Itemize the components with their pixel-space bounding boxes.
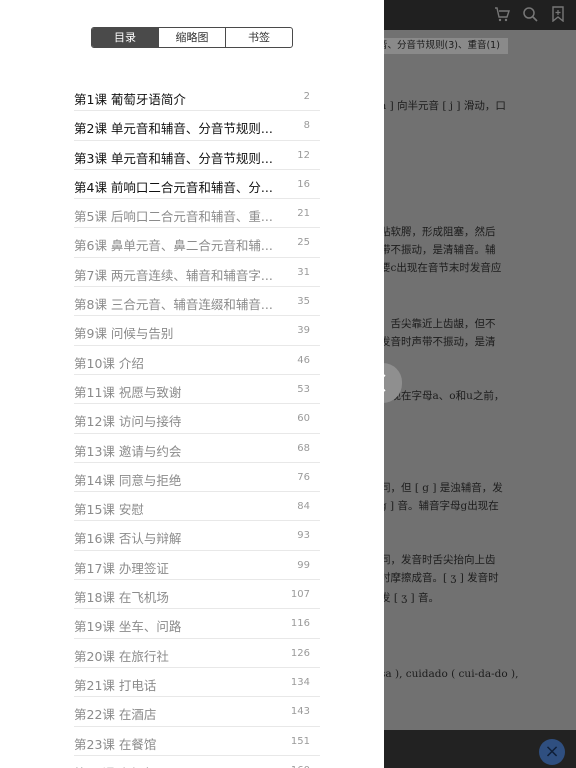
toc-item-page: 76 bbox=[297, 471, 310, 483]
toc-item[interactable]: 第20课 在旅行社 126 bbox=[74, 639, 320, 668]
toc-item[interactable]: 第7课 两元音连续、辅音和辅音字... 31 bbox=[74, 258, 320, 288]
toc-item-page: 2 bbox=[303, 91, 310, 102]
toc-item[interactable]: 第23课 在餐馆 151 bbox=[74, 727, 320, 756]
text-line: 发 [ ʒ ] 音。 bbox=[380, 592, 439, 604]
text-line: 带不振动，是清辅音。辅 bbox=[380, 244, 496, 256]
toc-item-title: 第17课 办理签证 bbox=[74, 560, 169, 576]
toc-item-page: 151 bbox=[290, 735, 310, 747]
toc-item-title: 第18课 在飞机场 bbox=[74, 590, 169, 606]
toc-item-title: 第15课 安慰 bbox=[74, 502, 144, 518]
text-line: 发音时声带不振动，是清 bbox=[380, 336, 496, 348]
toc-item-page: 60 bbox=[297, 413, 310, 425]
toc-item-title: 第3课 单元音和辅音、分音节规则... bbox=[74, 150, 273, 166]
toc-item[interactable]: 第10课 介绍 46 bbox=[74, 346, 320, 375]
toc-item-page: 46 bbox=[297, 354, 310, 366]
toc-item-title: 第4课 前响口二合元音和辅音、分... bbox=[74, 179, 273, 195]
toc-item-title: 第12课 访问与接待 bbox=[74, 414, 182, 430]
text-line: ，舌尖靠近上齿龈，但不 bbox=[380, 318, 496, 330]
text-line: 同，发音时舌尖抬向上齿 bbox=[380, 554, 496, 566]
text-line: 时摩擦成音。[ ʒ ] 发音时 bbox=[380, 572, 499, 584]
tab-bookmarks[interactable]: 书签 bbox=[225, 28, 292, 47]
text-line: 贴软腭，形成阻塞，然后 bbox=[380, 226, 496, 238]
toc-item-title: 第24课 在银行 bbox=[74, 763, 286, 768]
tab-thumbnails[interactable]: 缩略图 bbox=[158, 28, 225, 47]
toc-item[interactable]: 第12课 访问与接待 60 bbox=[74, 404, 320, 434]
toc-item[interactable]: 第4课 前响口二合元音和辅音、分... 16 bbox=[74, 170, 320, 200]
toc-item[interactable]: 第16课 否认与辩解 93 bbox=[74, 521, 320, 551]
toc-item[interactable]: 第5课 后响口二合元音和辅音、重... 21 bbox=[74, 199, 320, 229]
toc-item-title: 第19课 坐车、问路 bbox=[74, 619, 182, 635]
toc-item[interactable]: 第24课 在银行160 bbox=[74, 756, 320, 768]
toc-item-page: 53 bbox=[297, 383, 310, 395]
toc-item-title: 第14课 同意与拒绝 bbox=[74, 472, 182, 488]
toc-item-title: 第1课 葡萄牙语简介 bbox=[74, 92, 186, 107]
toc-item-title: 第5课 后响口二合元音和辅音、重... bbox=[74, 209, 273, 225]
toc-panel: 目录 缩略图 书签 第1课 葡萄牙语简介 2 第2课 单元音和辅音、分音节规则...… bbox=[0, 0, 384, 768]
toc-item[interactable]: 第14课 同意与拒绝 76 bbox=[74, 463, 320, 493]
toc-item-title: 第8课 三合元音、辅音连缀和辅音... bbox=[74, 297, 273, 313]
toc-item-page: 68 bbox=[297, 442, 310, 454]
close-button[interactable]: × bbox=[539, 739, 565, 765]
toc-item-title: 第10课 介绍 bbox=[74, 355, 144, 371]
toc-item[interactable]: 第9课 问候与告别 39 bbox=[74, 316, 320, 346]
toc-item[interactable]: 第8课 三合元音、辅音连缀和辅音... 35 bbox=[74, 287, 320, 317]
toc-item-page: 16 bbox=[297, 178, 310, 190]
toc-item-title: 第2课 单元音和辅音、分音节规则... bbox=[74, 121, 273, 137]
toc-item[interactable]: 第17课 办理签证 99 bbox=[74, 551, 320, 581]
toc-item-page: 25 bbox=[297, 237, 310, 249]
toc-item[interactable]: 第19课 坐车、问路 116 bbox=[74, 609, 320, 639]
toc-item-title: 第22课 在酒店 bbox=[74, 707, 157, 723]
text-line: sa ), cuidado ( cui-da-do ), bbox=[380, 668, 519, 680]
toc-item-page: 21 bbox=[297, 208, 310, 220]
toc-item-page: 116 bbox=[290, 618, 310, 630]
toc-item-title: 第9课 问候与告别 bbox=[74, 326, 174, 342]
toc-item-title: 第11课 祝愿与致谢 bbox=[74, 384, 182, 400]
toc-item-title: 第16课 否认与辩解 bbox=[74, 531, 182, 547]
toc-item-page: 31 bbox=[297, 266, 310, 278]
toc-item[interactable]: 第18课 在飞机场 107 bbox=[74, 580, 320, 610]
tab-contents[interactable]: 目录 bbox=[92, 28, 158, 47]
toc-item-title: 第23课 在餐馆 bbox=[74, 736, 157, 752]
toc-item[interactable]: 第6课 鼻单元音、鼻二合元音和辅... 25 bbox=[74, 228, 320, 258]
toc-item-page: 39 bbox=[297, 325, 310, 337]
toc-item-page: 99 bbox=[297, 559, 310, 571]
toc-item-page: 84 bbox=[297, 501, 310, 513]
text-line: g ] 音。辅音字母g出现在 bbox=[380, 500, 499, 512]
toc-item[interactable]: 第22课 在酒店 143 bbox=[74, 697, 320, 727]
view-segmented-control: 目录 缩略图 书签 bbox=[91, 27, 293, 48]
toc-item[interactable]: 第15课 安慰 84 bbox=[74, 492, 320, 522]
toc-item-title: 第20课 在旅行社 bbox=[74, 648, 169, 664]
toc-item[interactable]: 第21课 打电话 134 bbox=[74, 668, 320, 698]
toc-item-page: 12 bbox=[297, 149, 310, 161]
toc-item[interactable]: 第2课 单元音和辅音、分音节规则... 8 bbox=[74, 111, 320, 141]
toc-item-title: 第6课 鼻单元音、鼻二合元音和辅... bbox=[74, 238, 273, 254]
toc-item[interactable]: 第3课 单元音和辅音、分音节规则... 12 bbox=[74, 141, 320, 170]
toc-item[interactable]: 第13课 邀请与约会 68 bbox=[74, 434, 320, 463]
text-line: a ] 向半元音 [ j ] 滑动，口 bbox=[380, 100, 506, 112]
toc-item-page: 8 bbox=[303, 120, 310, 132]
toc-item-page: 35 bbox=[297, 296, 310, 308]
toc-item-page: 134 bbox=[290, 676, 310, 688]
text-line: 要c出现在音节末时发音应 bbox=[380, 262, 502, 274]
toc-list: 第1课 葡萄牙语简介 2 第2课 单元音和辅音、分音节规则... 8 第3课 单元音和辅… bbox=[74, 82, 320, 768]
toc-item-page: 93 bbox=[297, 530, 310, 542]
toc-item-title: 第21课 打电话 bbox=[74, 677, 157, 693]
toc-item[interactable]: 第11课 祝愿与致谢 53 bbox=[74, 375, 320, 405]
toc-item-title: 第7课 两元音连续、辅音和辅音字... bbox=[74, 267, 273, 283]
text-line: 同，但 [ g ] 是浊辅音，发 bbox=[380, 482, 503, 494]
toc-item[interactable]: 第1课 葡萄牙语简介 2 bbox=[74, 82, 320, 112]
toc-item-page: 143 bbox=[290, 706, 310, 718]
toc-item-page: 126 bbox=[290, 647, 310, 659]
toc-item-page: 107 bbox=[290, 589, 310, 601]
toc-item-title: 第13课 邀请与约会 bbox=[74, 443, 182, 459]
